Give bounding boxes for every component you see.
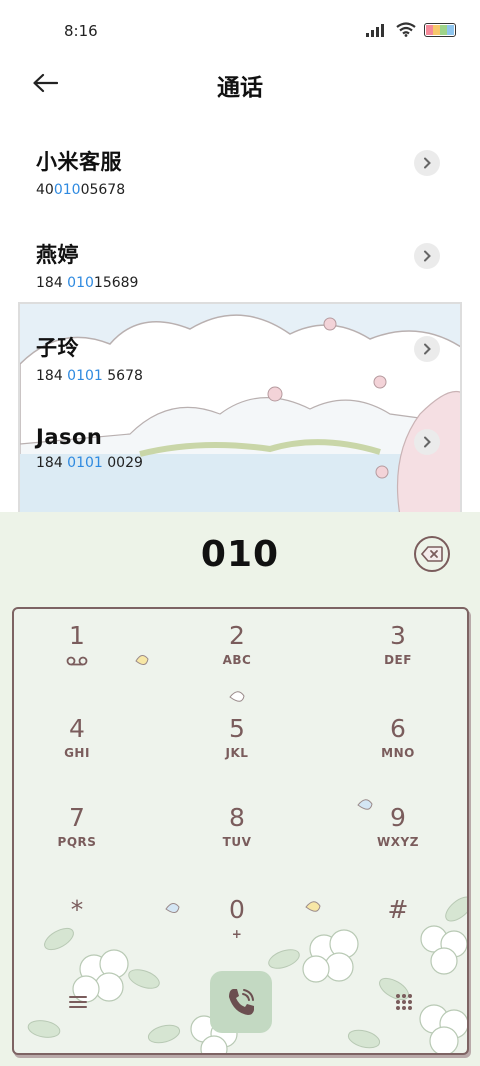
number-match: 010 (67, 275, 94, 291)
number-prefix: 40 (36, 182, 54, 198)
chevron-right-icon (424, 250, 431, 262)
menu-icon (69, 996, 87, 1008)
key-5[interactable]: 5 JKL (182, 714, 292, 784)
phone-icon (229, 989, 254, 1015)
key-hash[interactable]: # (343, 895, 453, 965)
key-letters: ABC (222, 653, 252, 667)
key-letters: TUV (222, 835, 252, 849)
number-suffix: 15689 (93, 275, 139, 291)
key-letters: MNO (381, 746, 415, 760)
call-button[interactable] (210, 971, 272, 1033)
dialer: 010 1 2 ABC 3 DEF 4 GHI 5 JKL 6 MNO 7 PQ… (0, 512, 480, 1066)
key-digit: 4 (69, 714, 85, 743)
number-suffix: 05678 (80, 182, 126, 198)
key-letters: + (231, 927, 243, 941)
number-suffix: 0029 (102, 455, 143, 471)
key-digit: 6 (390, 714, 406, 743)
key-4[interactable]: 4 GHI (22, 714, 132, 784)
key-digit: 1 (69, 621, 85, 650)
contact-row[interactable]: 燕婷 184 01015689 (0, 213, 480, 306)
number-match: 0101 (67, 368, 103, 384)
contact-row[interactable]: 小米客服 4001005678 (0, 120, 480, 213)
contact-row[interactable]: Jason 184 0101 0029 (0, 399, 480, 492)
key-digit: 8 (229, 803, 245, 832)
voicemail-icon (66, 656, 88, 666)
wifi-icon (396, 22, 416, 37)
dialed-number: 010 (200, 534, 280, 575)
key-letters: WXYZ (377, 835, 419, 849)
contact-detail-button[interactable] (414, 336, 440, 362)
key-letters: GHI (64, 746, 90, 760)
dialpad-toggle-button[interactable] (384, 982, 424, 1022)
battery-icon (424, 22, 456, 37)
key-1[interactable]: 1 (22, 621, 132, 691)
key-digit: 5 (229, 714, 245, 743)
key-8[interactable]: 8 TUV (182, 803, 292, 873)
header: 通话 (0, 56, 480, 112)
number-prefix: 184 (36, 275, 68, 291)
backspace-icon (421, 546, 443, 562)
contact-number: 184 01015689 (36, 275, 480, 291)
key-letters: DEF (384, 653, 412, 667)
contact-number: 4001005678 (36, 182, 480, 198)
key-2[interactable]: 2 ABC (182, 621, 292, 691)
key-9[interactable]: 9 WXYZ (343, 803, 453, 873)
key-digit: 7 (69, 803, 85, 832)
number-suffix: 5678 (102, 368, 143, 384)
chevron-right-icon (424, 157, 431, 169)
contact-detail-button[interactable] (414, 243, 440, 269)
key-digit: 3 (390, 621, 406, 650)
page-title: 通话 (217, 75, 263, 101)
key-0[interactable]: 0 + (182, 895, 292, 965)
key-letters: PQRS (57, 835, 97, 849)
chevron-right-icon (424, 343, 431, 355)
key-3[interactable]: 3 DEF (343, 621, 453, 691)
keypad: 1 2 ABC 3 DEF 4 GHI 5 JKL 6 MNO 7 PQRS 8… (12, 607, 469, 1055)
contact-detail-button[interactable] (414, 429, 440, 455)
dialpad-icon (396, 994, 412, 1010)
status-time: 8:16 (64, 22, 98, 40)
chevron-right-icon (424, 436, 431, 448)
number-match: 0101 (67, 455, 103, 471)
key-digit: 0 (229, 895, 245, 924)
contact-number: 184 0101 5678 (36, 368, 480, 384)
number-prefix: 184 (36, 455, 68, 471)
contact-name: Jason (36, 425, 103, 449)
key-digit: * (70, 895, 84, 924)
backspace-button[interactable] (414, 536, 450, 572)
key-star[interactable]: * (22, 895, 132, 965)
contact-list: 小米客服 4001005678 燕婷 184 01015689 子玲 184 0… (0, 120, 480, 492)
signal-icon (366, 23, 384, 37)
key-digit: 2 (229, 621, 245, 650)
key-digit: # (387, 895, 409, 924)
key-digit: 9 (390, 803, 406, 832)
key-letters: JKL (225, 746, 249, 760)
number-match: 010 (53, 182, 81, 198)
contact-number: 184 0101 0029 (36, 455, 480, 471)
status-icons (366, 22, 456, 37)
key-6[interactable]: 6 MNO (343, 714, 453, 784)
number-prefix: 184 (36, 368, 68, 384)
status-bar: 8:16 (0, 0, 480, 62)
key-7[interactable]: 7 PQRS (22, 803, 132, 873)
menu-button[interactable] (58, 982, 98, 1022)
contact-row[interactable]: 子玲 184 0101 5678 (0, 306, 480, 399)
contact-detail-button[interactable] (414, 150, 440, 176)
